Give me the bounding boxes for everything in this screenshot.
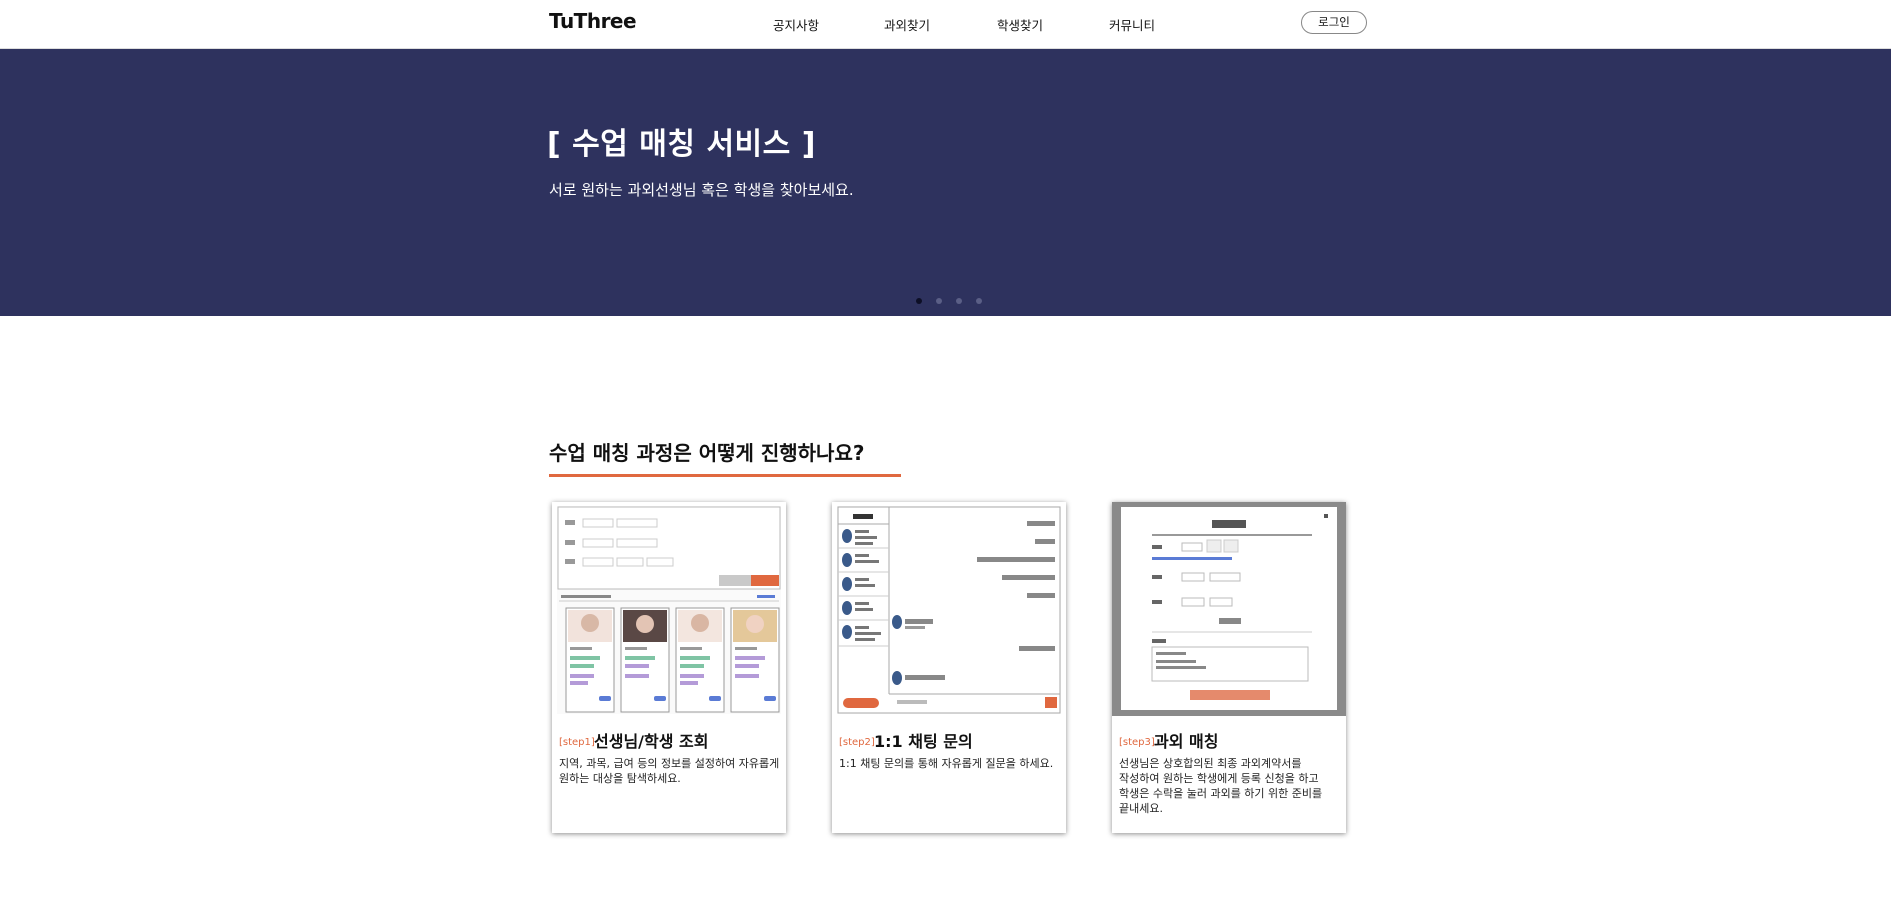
nav-item-community[interactable]: 커뮤니티	[1109, 15, 1155, 34]
site-logo[interactable]: TuThree	[549, 9, 637, 33]
step-label: [step1]	[559, 737, 595, 748]
step-label: [step3]	[1119, 737, 1155, 748]
step-card-1[interactable]: [step1] 선생님/학생 조회 지역, 과목, 급여 등의 정보를 설정하여…	[552, 502, 786, 833]
section-title: 수업 매칭 과정은 어떻게 진행하나요?	[549, 441, 865, 465]
step-title: 1:1 채팅 문의	[874, 732, 973, 751]
step-description: 1:1 채팅 문의를 통해 자유롭게 질문을 하세요.	[839, 757, 1054, 770]
login-button[interactable]: 로그인	[1301, 11, 1367, 34]
top-header: TuThree 공지사항 과외찾기 학생찾기 커뮤니티 로그인	[0, 0, 1891, 49]
section-underline	[549, 474, 901, 477]
step-title: 선생님/학생 조회	[594, 732, 709, 751]
search-screen-thumbnail	[557, 506, 781, 714]
nav-item-find-student[interactable]: 학생찾기	[997, 15, 1043, 34]
slider-dot-2[interactable]	[936, 298, 942, 304]
contract-screen-thumbnail	[1112, 502, 1346, 716]
hero-title: [ 수업 매칭 서비스 ]	[547, 127, 816, 162]
nav-item-notice[interactable]: 공지사항	[773, 15, 819, 34]
step-card-2[interactable]: [step2] 1:1 채팅 문의 1:1 채팅 문의를 통해 자유롭게 질문을…	[832, 502, 1066, 833]
nav-item-find-tutor[interactable]: 과외찾기	[884, 15, 930, 34]
slider-dot-1[interactable]	[916, 298, 922, 304]
slider-dot-4[interactable]	[976, 298, 982, 304]
slider-dot-3[interactable]	[956, 298, 962, 304]
step-label: [step2]	[839, 737, 875, 748]
step-description: 지역, 과목, 급여 등의 정보를 설정하여 자유롭게 원하는 대상을 탐색하세…	[559, 757, 780, 785]
hero-banner: [ 수업 매칭 서비스 ] 서로 원하는 과외선생님 혹은 학생을 찾아보세요.	[0, 49, 1891, 316]
step-card-3[interactable]: [step3] 과외 매칭 선생님은 상호합의된 최종 과외계약서를 작성하여 …	[1112, 502, 1346, 833]
chat-screen-thumbnail	[837, 506, 1061, 714]
step-description: 선생님은 상호합의된 최종 과외계약서를 작성하여 원하는 학생에게 등록 신청…	[1119, 757, 1323, 815]
hero-subtitle: 서로 원하는 과외선생님 혹은 학생을 찾아보세요.	[549, 181, 854, 199]
step-title: 과외 매칭	[1154, 732, 1219, 751]
